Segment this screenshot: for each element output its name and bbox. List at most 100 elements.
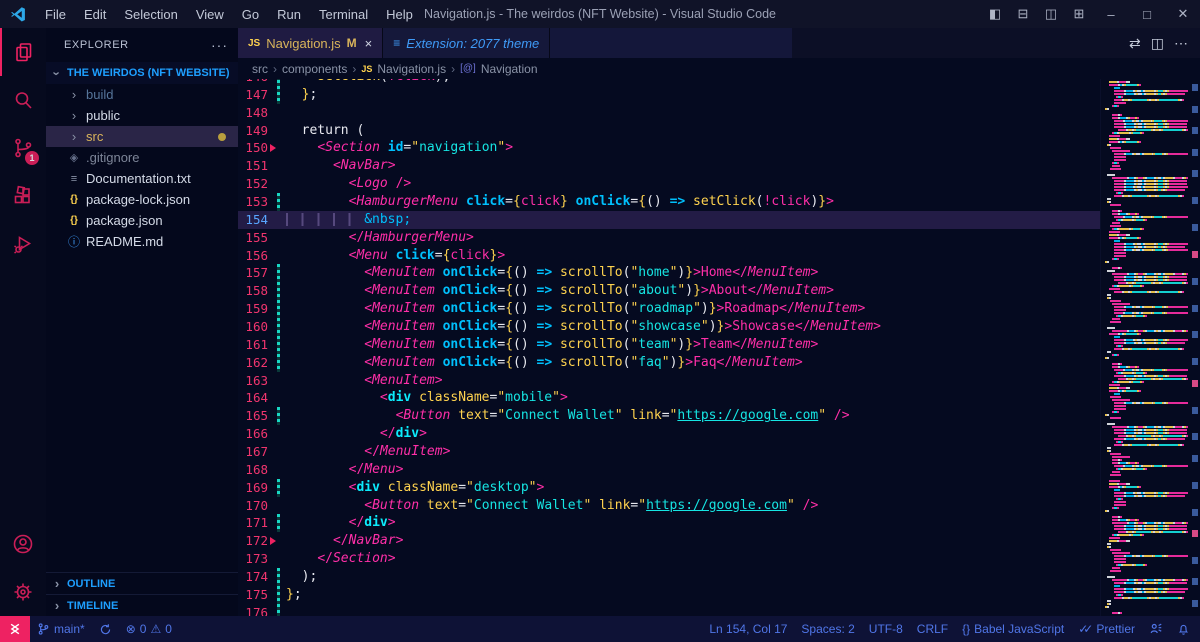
split-editor-icon[interactable]: ◫ [1151, 35, 1164, 52]
timeline-section[interactable]: › TIMELINE [46, 594, 238, 616]
extensions-icon[interactable] [0, 172, 46, 220]
line-number: 161 [238, 336, 268, 354]
js-file-icon: JS [361, 64, 372, 74]
source-control-icon[interactable]: 1 [0, 124, 46, 172]
code-line-149[interactable]: 149 return ( [238, 122, 1100, 140]
code-line-171[interactable]: 171 </div> [238, 514, 1100, 532]
breadcrumb-item-navigation[interactable]: Navigation [481, 62, 538, 76]
code-line-169[interactable]: 169 <div className="desktop"> [238, 479, 1100, 497]
menu-go[interactable]: Go [234, 5, 267, 24]
formatter-status[interactable]: ✓✓ Prettier [1071, 622, 1142, 636]
project-root-folder[interactable]: › THE WEIRDOS (NFT WEBSITE) [46, 62, 238, 84]
code-line-150[interactable]: 150 <Section id="navigation"> [238, 139, 1100, 157]
breadcrumb-item-navigation.js[interactable]: Navigation.js [377, 62, 446, 76]
minimap[interactable] [1100, 79, 1200, 616]
code-line-163[interactable]: 163 <MenuItem> [238, 372, 1100, 390]
code-line-168[interactable]: 168 </Menu> [238, 461, 1100, 479]
notifications-button[interactable] [1170, 623, 1200, 636]
problems-status[interactable]: ⊗ 0 ⚠ 0 [119, 616, 179, 642]
code-line-158[interactable]: 158 <MenuItem onClick={() => scrollTo("a… [238, 282, 1100, 300]
code-line-148[interactable]: 148 [238, 104, 1100, 122]
search-icon[interactable] [0, 76, 46, 124]
menu-file[interactable]: File [37, 5, 74, 24]
indentation-status[interactable]: Spaces: 2 [794, 622, 861, 636]
breadcrumb-item-src[interactable]: src [252, 62, 268, 76]
line-number: 173 [238, 550, 268, 568]
minimize-button[interactable]: – [1094, 0, 1128, 28]
open-changes-icon[interactable]: ⇄ [1129, 35, 1141, 52]
language-mode[interactable]: {} Babel JavaScript [955, 622, 1071, 636]
code-line-157[interactable]: 157 <MenuItem onClick={() => scrollTo("h… [238, 264, 1100, 282]
code-line-173[interactable]: 173 </Section> [238, 550, 1100, 568]
breadcrumb-item-components[interactable]: components [282, 62, 347, 76]
outline-section[interactable]: › OUTLINE [46, 572, 238, 594]
file-item-Documentation.txt[interactable]: ≡Documentation.txt [46, 168, 238, 189]
maximize-button[interactable]: □ [1130, 0, 1164, 28]
toggle-sidebar-icon[interactable]: ◧ [982, 6, 1008, 22]
customize-layout-icon[interactable]: ⊞ [1066, 6, 1092, 22]
file-item-.gitignore[interactable]: ◈.gitignore [46, 147, 238, 168]
remote-indicator[interactable] [0, 616, 30, 642]
fold-gutter [268, 122, 276, 140]
code-line-167[interactable]: 167 </MenuItem> [238, 443, 1100, 461]
code-line-156[interactable]: 156 <Menu click={click}> [238, 247, 1100, 265]
close-icon[interactable]: × [365, 36, 373, 51]
code-line-155[interactable]: 155 </HamburgerMenu> [238, 229, 1100, 247]
toggle-panel-icon[interactable]: ⊟ [1010, 6, 1036, 22]
code-line-162[interactable]: 162 <MenuItem onClick={() => scrollTo("f… [238, 354, 1100, 372]
accounts-icon[interactable] [0, 520, 46, 568]
cursor-position[interactable]: Ln 154, Col 17 [702, 622, 794, 636]
code-line-166[interactable]: 166 </div> [238, 425, 1100, 443]
chevron-right-icon: › [50, 598, 64, 613]
code-text [280, 104, 286, 122]
tab-navigation-js[interactable]: JSNavigation.jsM× [238, 28, 383, 58]
eol-status[interactable]: CRLF [910, 622, 955, 636]
fold-gutter [268, 372, 276, 390]
toggle-secondary-sidebar-icon[interactable]: ◫ [1038, 6, 1064, 22]
code-editor[interactable]: 146 setClick(!click);147 };148149 return… [238, 79, 1100, 616]
code-line-176[interactable]: 176 [238, 604, 1100, 616]
file-item-src[interactable]: ›src [46, 126, 238, 147]
explorer-icon[interactable] [0, 28, 46, 76]
code-line-151[interactable]: 151 <NavBar> [238, 157, 1100, 175]
file-item-public[interactable]: ›public [46, 105, 238, 126]
tab-extension-2077-theme[interactable]: ≡Extension: 2077 theme [383, 28, 550, 58]
git-branch-status[interactable]: main* [30, 616, 92, 642]
code-line-172[interactable]: 172 </NavBar> [238, 532, 1100, 550]
menu-edit[interactable]: Edit [76, 5, 114, 24]
braces-icon: {} [66, 194, 82, 205]
file-item-package-lock.json[interactable]: {}package-lock.json [46, 189, 238, 210]
settings-gear-icon[interactable] [0, 568, 46, 616]
code-line-174[interactable]: 174 ); [238, 568, 1100, 586]
overview-ruler[interactable] [1190, 79, 1200, 616]
code-line-152[interactable]: 152 <Logo /> [238, 175, 1100, 193]
explorer-more-actions[interactable]: ··· [211, 37, 228, 53]
sync-status[interactable] [92, 616, 119, 642]
file-item-build[interactable]: ›build [46, 84, 238, 105]
code-line-161[interactable]: 161 <MenuItem onClick={() => scrollTo("t… [238, 336, 1100, 354]
menu-view[interactable]: View [188, 5, 232, 24]
menu-run[interactable]: Run [269, 5, 309, 24]
code-line-170[interactable]: 170 <Button text="Connect Wallet" link="… [238, 497, 1100, 515]
run-and-debug-icon[interactable] [0, 220, 46, 268]
code-line-147[interactable]: 147 }; [238, 86, 1100, 104]
menu-selection[interactable]: Selection [116, 5, 185, 24]
code-line-160[interactable]: 160 <MenuItem onClick={() => scrollTo("s… [238, 318, 1100, 336]
code-line-154[interactable]: 154&nbsp; [238, 211, 1100, 229]
file-item-package.json[interactable]: {}package.json [46, 210, 238, 231]
menu-help[interactable]: Help [378, 5, 421, 24]
code-line-164[interactable]: 164 <div className="mobile"> [238, 389, 1100, 407]
file-item-README.md[interactable]: ⓘREADME.md [46, 231, 238, 252]
code-line-165[interactable]: 165 <Button text="Connect Wallet" link="… [238, 407, 1100, 425]
code-line-159[interactable]: 159 <MenuItem onClick={() => scrollTo("r… [238, 300, 1100, 318]
fold-gutter [268, 407, 276, 425]
code-text: setClick(!click); [280, 79, 450, 86]
menu-terminal[interactable]: Terminal [311, 5, 376, 24]
close-button[interactable]: ✕ [1166, 0, 1200, 28]
code-line-153[interactable]: 153 <HamburgerMenu click={click} onClick… [238, 193, 1100, 211]
code-line-146[interactable]: 146 setClick(!click); [238, 79, 1100, 86]
feedback-button[interactable] [1142, 622, 1170, 636]
encoding-status[interactable]: UTF-8 [862, 622, 910, 636]
more-actions-icon[interactable]: ⋯ [1174, 35, 1188, 52]
code-line-175[interactable]: 175}; [238, 586, 1100, 604]
